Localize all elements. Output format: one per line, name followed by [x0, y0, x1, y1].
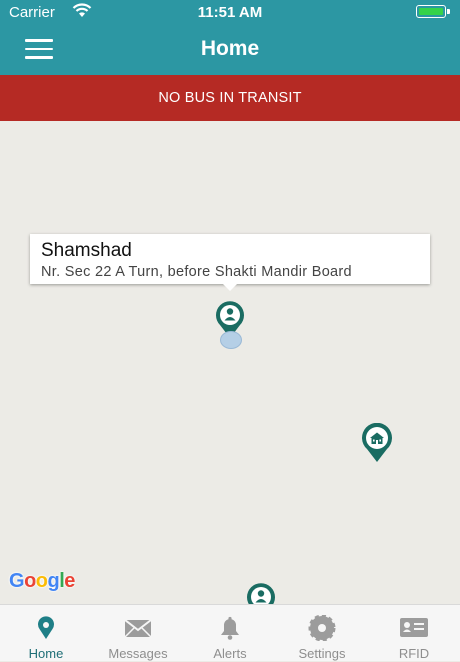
stop-info-callout[interactable]: Shamshad Nr. Sec 22 A Turn, before Shakt… — [30, 234, 430, 291]
tab-messages[interactable]: Messages — [92, 605, 184, 662]
tab-alerts-label: Alerts — [213, 646, 247, 661]
id-card-icon — [400, 618, 428, 637]
gear-icon — [308, 615, 336, 641]
tab-home-label: Home — [28, 646, 64, 661]
current-location-dot — [220, 331, 242, 349]
status-bar: Carrier 11:51 AM — [0, 0, 460, 24]
battery-icon — [416, 5, 450, 18]
envelope-icon — [124, 619, 152, 638]
stop-name: Shamshad — [41, 240, 132, 261]
transit-status-banner: NO BUS IN TRANSIT — [0, 75, 460, 121]
tab-home[interactable]: Home — [0, 605, 92, 662]
clock: 11:51 AM — [197, 4, 263, 21]
navigation-bar: Home — [0, 24, 460, 75]
tab-rfid[interactable]: RFID — [368, 605, 460, 662]
tab-messages-label: Messages — [108, 646, 168, 661]
page-title: Home — [200, 37, 260, 60]
tab-alerts[interactable]: Alerts — [184, 605, 276, 662]
tab-settings-label: Settings — [298, 646, 346, 661]
tab-rfid-label: RFID — [398, 646, 430, 661]
tab-settings[interactable]: Settings — [276, 605, 368, 662]
google-logo: Google — [9, 570, 75, 592]
student-pin-icon[interactable] — [245, 583, 277, 604]
stop-address: Nr. Sec 22 A Turn, before Shakti Mandir … — [41, 264, 352, 280]
map-view[interactable]: Shamshad Nr. Sec 22 A Turn, before Shakt… — [0, 121, 460, 604]
school-pin-icon[interactable] — [360, 423, 394, 463]
bell-icon — [221, 616, 239, 640]
tab-bar: Home Messages Alerts Settings RFID — [0, 604, 460, 661]
location-pin-icon — [38, 616, 54, 639]
